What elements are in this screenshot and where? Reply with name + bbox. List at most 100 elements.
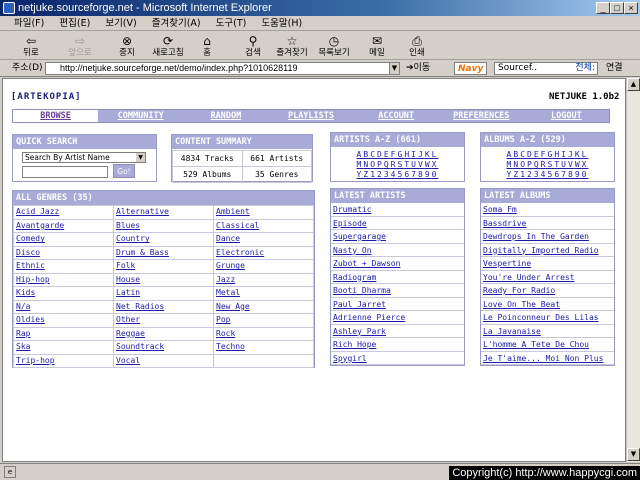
genre-link[interactable]: Rock	[216, 329, 235, 338]
genre-link[interactable]: Drum & Bass	[116, 248, 169, 257]
latest-artist-link[interactable]: Adrienne Pierce	[333, 313, 405, 322]
close-button[interactable]: ×	[624, 2, 638, 14]
genre-link[interactable]: Ethnic	[16, 261, 45, 270]
artist-letter-link[interactable]: J	[418, 150, 425, 159]
genre-link[interactable]: Country	[116, 234, 150, 243]
menu-help[interactable]: 도움말(H)	[261, 18, 302, 29]
artist-letter-link[interactable]: V	[418, 160, 425, 169]
latest-artist-link[interactable]: Booti Dharma	[333, 286, 391, 295]
latest-artist-link[interactable]: Supergarage	[333, 232, 386, 241]
latest-album-link[interactable]: L'homme A Tete De Chou	[483, 340, 589, 349]
artist-letter-link[interactable]: F	[391, 150, 398, 159]
latest-album-link[interactable]: You're Under Arrest	[483, 273, 575, 282]
back-button[interactable]: ⇦ 뒤로	[14, 32, 48, 60]
album-letter-link[interactable]: 3	[534, 170, 541, 179]
search-type-select[interactable]: Search By Artist Name ▼	[22, 152, 146, 163]
latest-artist-link[interactable]: Drumatic	[333, 205, 372, 214]
genre-link[interactable]: Jazz	[216, 275, 235, 284]
genre-link[interactable]: Oldies	[16, 315, 45, 324]
favorites-button[interactable]: ☆ 즐겨찾기	[270, 32, 314, 60]
artist-letter-link[interactable]: Q	[384, 160, 391, 169]
artist-letter-link[interactable]: 7	[411, 170, 418, 179]
album-letter-link[interactable]: 4	[541, 170, 548, 179]
album-letter-link[interactable]: R	[541, 160, 548, 169]
genre-link[interactable]: Alternative	[116, 207, 169, 216]
genre-link[interactable]: Reggae	[116, 329, 145, 338]
latest-album-link[interactable]: Je T'aime... Moi Non Plus	[483, 354, 603, 363]
address-dropdown-icon[interactable]: ▼	[389, 62, 400, 75]
nav-browse[interactable]: BROWSE	[13, 110, 99, 122]
genre-link[interactable]: Acid Jazz	[16, 207, 59, 216]
album-letter-link[interactable]: F	[541, 150, 548, 159]
latest-artist-link[interactable]: Rich Hope	[333, 340, 376, 349]
genre-link[interactable]: Dance	[216, 234, 240, 243]
latest-artist-link[interactable]: Episode	[333, 219, 367, 228]
genre-link[interactable]: Hip-hop	[16, 275, 50, 284]
genre-link[interactable]: Rap	[16, 329, 30, 338]
artist-letter-link[interactable]: 3	[384, 170, 391, 179]
latest-artist-link[interactable]: Nasty On	[333, 246, 372, 255]
stop-button[interactable]: ⊗ 중지	[112, 32, 142, 60]
nav-community[interactable]: COMMUNITY	[98, 110, 183, 122]
genre-link[interactable]: Other	[116, 315, 140, 324]
latest-album-link[interactable]: Love On The Beat	[483, 300, 560, 309]
album-letter-link[interactable]: 0	[582, 170, 589, 179]
artist-letter-link[interactable]: 1	[370, 170, 377, 179]
album-letter-link[interactable]: I	[561, 150, 568, 159]
maximize-button[interactable]: □	[610, 2, 624, 14]
album-letter-link[interactable]: J	[568, 150, 575, 159]
scroll-up-icon[interactable]: ▲	[627, 78, 640, 91]
genre-link[interactable]: Electronic	[216, 248, 264, 257]
latest-album-link[interactable]: Digitally Imported Radio	[483, 246, 599, 255]
search-button[interactable]: ⚲ 검색	[238, 32, 268, 60]
nav-random[interactable]: RANDOM	[183, 110, 268, 122]
menu-edit[interactable]: 편집(E)	[59, 18, 90, 29]
vertical-scrollbar[interactable]: ▲ ▼	[626, 78, 640, 462]
refresh-button[interactable]: ⟳ 새로고침	[146, 32, 190, 60]
genre-link[interactable]: Disco	[16, 248, 40, 257]
genre-link[interactable]: Ambient	[216, 207, 250, 216]
genre-link[interactable]: House	[116, 275, 140, 284]
minimize-button[interactable]: _	[596, 2, 610, 14]
artist-letter-link[interactable]: W	[425, 160, 432, 169]
latest-artist-link[interactable]: Zubot + Dawson	[333, 259, 400, 268]
nav-playlists[interactable]: PLAYLISTS	[268, 110, 353, 122]
latest-artist-link[interactable]: Radiogram	[333, 273, 376, 282]
genre-link[interactable]: Techno	[216, 342, 245, 351]
history-button[interactable]: ◷ 목록보기	[312, 32, 356, 60]
latest-album-link[interactable]: Bassdrive	[483, 219, 526, 228]
artist-letter-link[interactable]: I	[411, 150, 418, 159]
search-go-button[interactable]: Go!	[113, 164, 135, 178]
artist-letter-link[interactable]: E	[384, 150, 391, 159]
artist-letter-link[interactable]: 4	[391, 170, 398, 179]
nav-preferences[interactable]: PREFERENCES	[439, 110, 524, 122]
genre-link[interactable]: N/a	[16, 302, 30, 311]
genre-link[interactable]: Folk	[116, 261, 135, 270]
latest-artist-link[interactable]: Paul Jarret	[333, 300, 386, 309]
latest-album-link[interactable]: Dewdrops In The Garden	[483, 232, 589, 241]
artist-letter-link[interactable]: P	[377, 160, 384, 169]
album-letter-link[interactable]: E	[534, 150, 541, 159]
menu-file[interactable]: 파일(F)	[14, 18, 44, 29]
genre-link[interactable]: Latin	[116, 288, 140, 297]
album-letter-link[interactable]: 1	[520, 170, 527, 179]
scroll-down-icon[interactable]: ▼	[627, 448, 640, 461]
genre-link[interactable]: Trip-hop	[16, 356, 55, 365]
mail-button[interactable]: ✉ 메일	[362, 32, 392, 60]
menu-view[interactable]: 보기(V)	[105, 18, 136, 29]
album-letter-link[interactable]: O	[520, 160, 527, 169]
album-letter-link[interactable]: L	[582, 150, 589, 159]
address-input[interactable]: http://netjuke.sourceforge.net/demo/inde…	[45, 62, 400, 75]
album-letter-link[interactable]: 2	[527, 170, 534, 179]
genre-link[interactable]: Comedy	[16, 234, 45, 243]
genre-link[interactable]: Vocal	[116, 356, 140, 365]
genre-link[interactable]: Pop	[216, 315, 230, 324]
navy-search-input[interactable]: Sourcef.. 전체:	[494, 62, 598, 75]
album-letter-link[interactable]: D	[527, 150, 534, 159]
album-letter-link[interactable]: 7	[561, 170, 568, 179]
album-letter-link[interactable]: 8	[568, 170, 575, 179]
go-button[interactable]: ➔이동	[406, 60, 430, 77]
artist-letter-link[interactable]: L	[432, 150, 439, 159]
latest-artist-link[interactable]: Spygirl	[333, 354, 367, 363]
artist-letter-link[interactable]: 9	[425, 170, 432, 179]
